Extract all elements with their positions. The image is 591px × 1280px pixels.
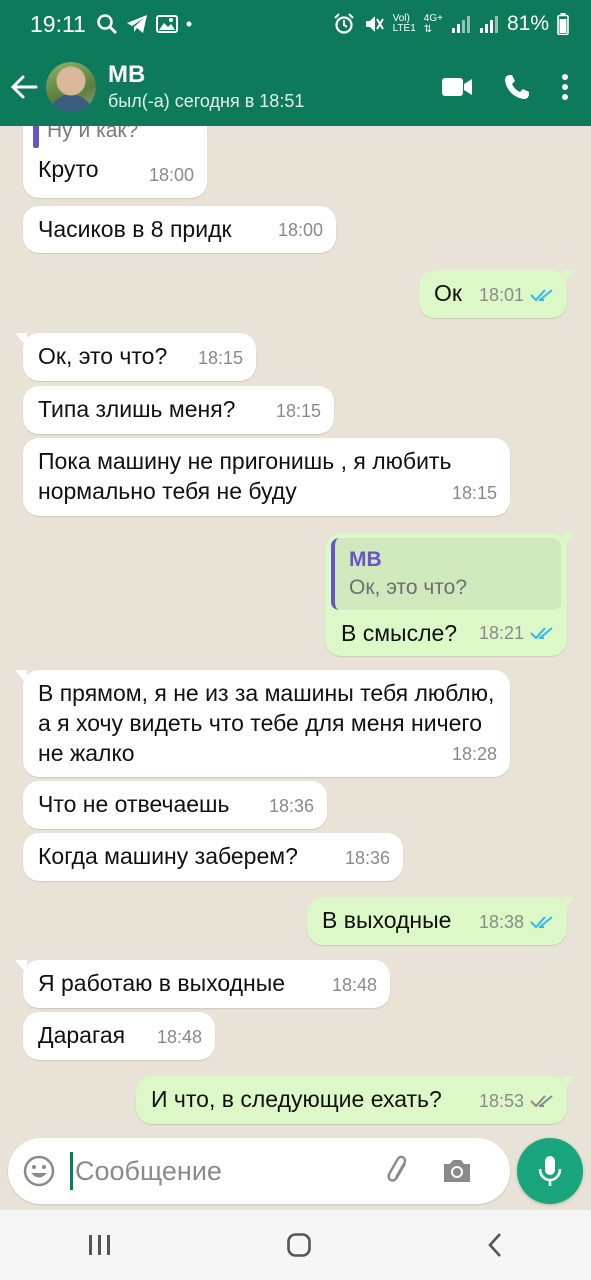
lte-label: LTE1 (392, 23, 416, 34)
read-tick-icon (530, 627, 553, 640)
telegram-icon (126, 15, 147, 33)
message-in[interactable]: Ну и как? Круто 18:00 (23, 126, 207, 198)
status-bar: 19:11 • Vol) LTE1 4G+ ⇅ 81% (0, 0, 591, 48)
message-time: 18:38 (478, 912, 524, 932)
notification-dot: • (185, 13, 193, 34)
message-time: 18:15 (197, 348, 243, 368)
quote-text: Ок, это что? (349, 576, 468, 599)
alarm-icon (333, 13, 354, 34)
message-in[interactable]: Когда машину заберем? 18:36 (23, 833, 403, 881)
message-time: 18:00 (277, 220, 323, 240)
message-composer (8, 1138, 510, 1204)
message-out[interactable]: В выходные 18:38 (307, 897, 575, 945)
message-text: Пока машину не пригонишь , я любить норм… (38, 448, 452, 504)
emoji-icon[interactable] (22, 1154, 56, 1188)
message-in[interactable]: Ок, это что? 18:15 (15, 333, 256, 381)
chat-area[interactable]: Ну и как? Круто 18:00 Часиков в 8 придк … (0, 126, 591, 1136)
message-time: 18:00 (148, 165, 194, 185)
message-time: 18:53 (478, 1091, 524, 1111)
home-icon[interactable] (286, 1232, 312, 1258)
message-time: 18:15 (275, 401, 321, 421)
message-in[interactable]: Часиков в 8 придк 18:00 (23, 206, 336, 253)
read-tick-icon (530, 289, 553, 302)
search-icon (97, 14, 117, 34)
message-time: 18:48 (156, 1027, 202, 1047)
back-nav-icon[interactable] (486, 1232, 504, 1258)
reply-quote[interactable]: MB Ок, это что? (331, 538, 561, 610)
message-in[interactable]: Я работаю в выходные 18:48 (15, 960, 390, 1008)
message-time: 18:48 (331, 975, 377, 995)
network-label: 4G+ (423, 13, 443, 24)
contact-info[interactable]: MB был(-а) сегодня в 18:51 (108, 61, 304, 113)
message-out[interactable]: Ок 18:01 (419, 270, 575, 318)
quote-author: MB (349, 548, 382, 571)
message-out[interactable]: И что, в следующие ехать? 18:53 (136, 1076, 575, 1124)
last-seen: был(-а) сегодня в 18:51 (108, 91, 305, 111)
message-in[interactable]: Что не отвечаешь 18:36 (23, 781, 327, 829)
message-time: 18:01 (478, 285, 524, 305)
gallery-icon (155, 15, 178, 33)
signal-2-icon (479, 16, 498, 33)
mic-icon (538, 1156, 562, 1186)
delivered-tick-icon (530, 1095, 553, 1108)
back-arrow-icon (10, 75, 38, 99)
video-call-icon[interactable] (441, 76, 473, 98)
message-in[interactable]: В прямом, я не из за машины тебя люблю, … (15, 670, 510, 777)
quote-text: Ну и как? (47, 126, 139, 142)
mic-button[interactable] (517, 1138, 583, 1204)
message-out[interactable]: MB Ок, это что? В смысле? 18:21 (325, 533, 575, 656)
message-text: Круто (38, 156, 99, 182)
message-in[interactable]: Дарагая 18:48 (23, 1012, 215, 1060)
message-time: 18:28 (451, 744, 497, 764)
message-text: Я работаю в выходные (38, 970, 286, 996)
message-time: 18:36 (344, 848, 390, 868)
message-time: 18:21 (478, 623, 524, 643)
phone-icon[interactable] (503, 73, 531, 101)
battery-level: 81% (506, 12, 549, 35)
contact-name: MB (108, 61, 146, 88)
message-text: Когда машину заберем? (38, 843, 298, 869)
more-vert-icon[interactable] (561, 73, 569, 101)
message-time: 18:15 (451, 483, 497, 503)
back-button[interactable] (2, 57, 46, 117)
avatar[interactable] (46, 62, 96, 112)
signal-icon (451, 16, 470, 33)
message-in[interactable]: Пока машину не пригонишь , я любить норм… (23, 438, 510, 516)
read-tick-icon (530, 916, 553, 929)
text-caret (70, 1152, 73, 1190)
message-text: В прямом, я не из за машины тебя люблю, … (38, 680, 495, 766)
message-input[interactable] (75, 1155, 375, 1187)
message-in[interactable]: Типа злишь меня? 18:15 (23, 386, 334, 434)
system-nav-bar (0, 1210, 591, 1280)
chat-header: MB был(-а) сегодня в 18:51 (0, 48, 591, 126)
status-time: 19:11 (30, 10, 86, 37)
recents-icon[interactable] (87, 1233, 113, 1257)
mute-icon (365, 16, 384, 32)
message-time: 18:36 (268, 796, 314, 816)
camera-icon[interactable] (441, 1157, 473, 1185)
attach-icon[interactable] (383, 1155, 415, 1187)
battery-icon (557, 13, 569, 35)
